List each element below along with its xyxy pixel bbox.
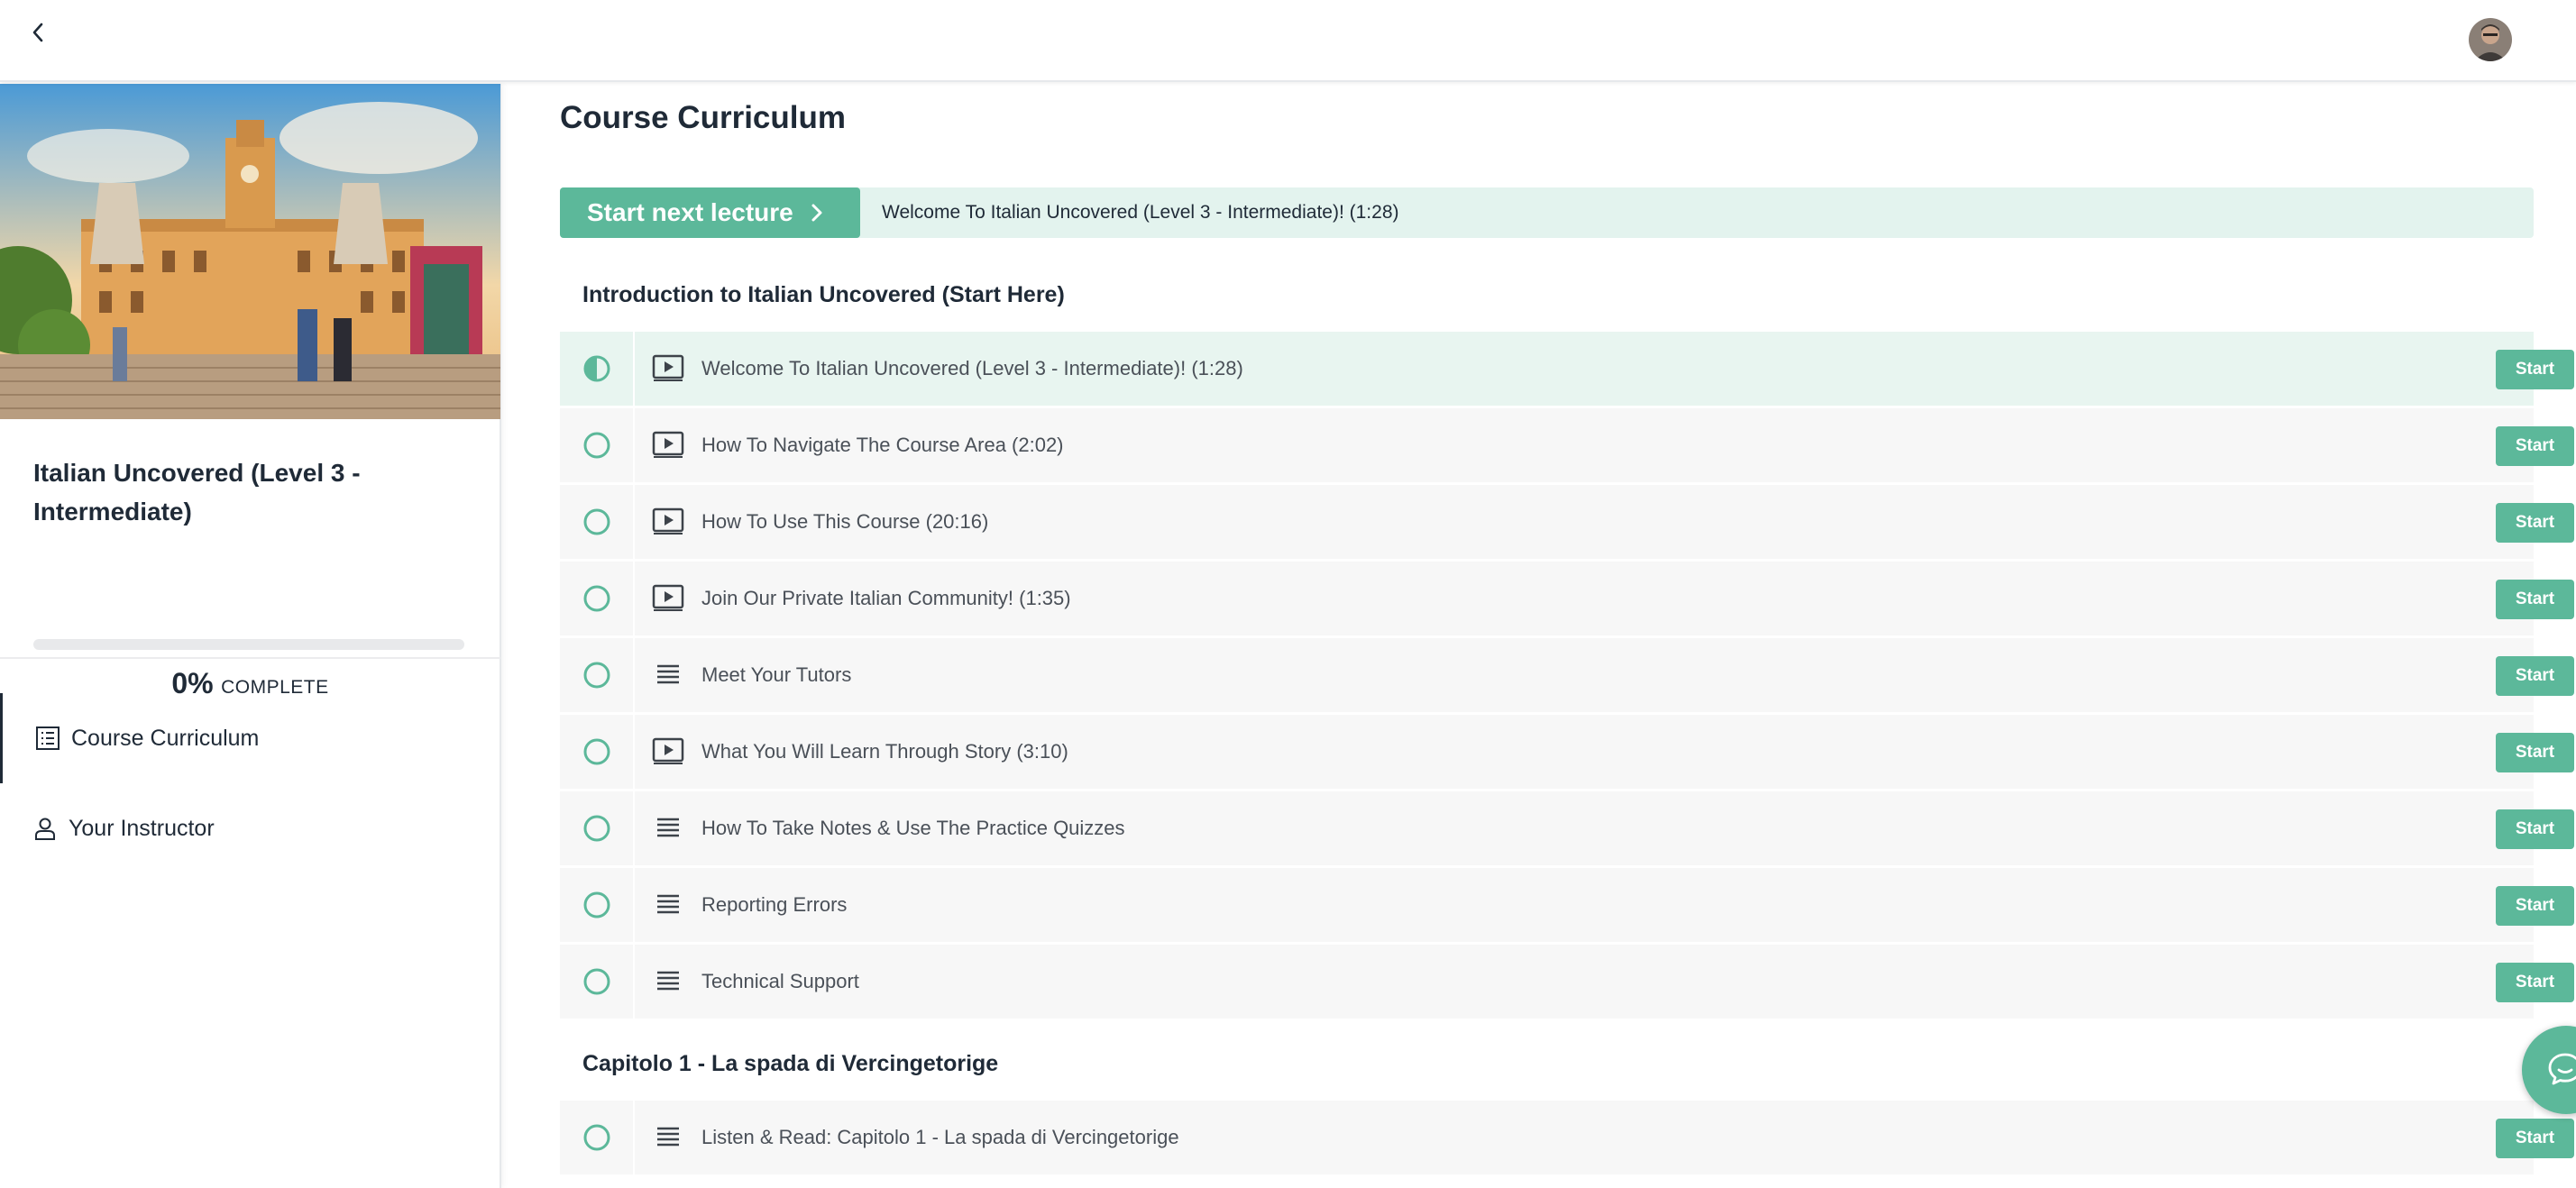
empty-circle-icon: [583, 891, 610, 918]
lecture-status-cell: [560, 408, 635, 482]
lecture-row[interactable]: Reporting Errors Start: [560, 868, 2574, 942]
empty-circle-icon: [583, 432, 610, 459]
sidebar-item-label: Your Instructor: [69, 815, 215, 841]
next-lecture-bar: Start next lecture Welcome To Italian Un…: [560, 187, 2534, 238]
start-lecture-button[interactable]: Start: [2496, 886, 2574, 926]
lecture-status-cell: [560, 791, 635, 865]
lecture-status-cell: [560, 332, 635, 406]
text-lines-icon: [657, 664, 679, 684]
user-avatar[interactable]: [2469, 18, 2512, 61]
start-lecture-button[interactable]: Start: [2496, 656, 2574, 696]
lecture-row[interactable]: How To Use This Course (20:16) Start: [560, 485, 2574, 559]
sidebar: Italian Uncovered (Level 3 - Intermediat…: [0, 84, 501, 1188]
lecture-name: Listen & Read: Capitolo 1 - La spada di …: [701, 1126, 1179, 1148]
start-lecture-button[interactable]: Start: [2496, 350, 2574, 389]
text-lines-icon: [657, 818, 679, 837]
sidebar-item-course-curriculum[interactable]: Course Curriculum: [0, 693, 500, 783]
lecture-row[interactable]: How To Navigate The Course Area (2:02) S…: [560, 408, 2574, 482]
empty-circle-icon: [583, 738, 610, 765]
lecture-row[interactable]: Welcome To Italian Uncovered (Level 3 - …: [560, 332, 2574, 406]
video-icon: [652, 354, 684, 381]
empty-circle-icon: [583, 815, 610, 842]
course-cover-image: [0, 84, 500, 419]
lecture-name: Meet Your Tutors: [701, 663, 852, 686]
empty-circle-icon: [583, 1124, 610, 1151]
sidebar-divider: [0, 657, 500, 659]
lecture-name: Reporting Errors: [701, 893, 848, 916]
video-icon: [652, 507, 684, 535]
lecture-status-cell: [560, 562, 635, 635]
section-title: Capitolo 1 - La spada di Vercingetorige: [582, 1051, 999, 1076]
start-lecture-button[interactable]: Start: [2496, 426, 2574, 466]
video-icon: [652, 737, 684, 764]
start-lecture-button[interactable]: Start: [2496, 963, 2574, 1002]
lecture-row[interactable]: Join Our Private Italian Community! (1:3…: [560, 562, 2574, 635]
sidebar-item-your-instructor[interactable]: Your Instructor: [0, 783, 500, 873]
course-progress-bar: [33, 639, 464, 650]
video-icon: [652, 431, 684, 458]
chevron-right-icon: [811, 204, 822, 222]
text-lines-icon: [657, 894, 679, 914]
lecture-name: How To Navigate The Course Area (2:02): [701, 434, 1064, 456]
video-icon: [652, 584, 684, 611]
lecture-status-cell: [560, 1101, 635, 1174]
empty-circle-icon: [583, 508, 610, 535]
start-lecture-button[interactable]: Start: [2496, 809, 2574, 849]
lecture-row[interactable]: Listen & Read: Capitolo 1 - La spada di …: [560, 1101, 2574, 1174]
sidebar-item-label: Course Curriculum: [71, 725, 260, 751]
start-lecture-button[interactable]: Start: [2496, 733, 2574, 772]
lecture-row[interactable]: Technical Support Start: [560, 945, 2574, 1019]
lecture-name: How To Use This Course (20:16): [701, 510, 989, 533]
back-arrow-icon[interactable]: [25, 16, 50, 49]
curriculum-list-icon: [35, 726, 60, 751]
lecture-name: What You Will Learn Through Story (3:10): [701, 740, 1068, 763]
lecture-status-cell: [560, 868, 635, 942]
main-content: Course Curriculum Start next lecture Wel…: [502, 84, 2576, 1188]
lecture-name: Join Our Private Italian Community! (1:3…: [701, 587, 1071, 609]
start-lecture-button[interactable]: Start: [2496, 1119, 2574, 1158]
next-lecture-name: Welcome To Italian Uncovered (Level 3 - …: [882, 202, 1399, 223]
lecture-status-cell: [560, 485, 635, 559]
lecture-row[interactable]: Meet Your Tutors Start: [560, 638, 2574, 712]
lecture-status-cell: [560, 945, 635, 1019]
course-title: Italian Uncovered (Level 3 - Intermediat…: [33, 459, 361, 525]
text-lines-icon: [657, 971, 679, 991]
start-next-lecture-label: Start next lecture: [587, 198, 793, 226]
lecture-row[interactable]: How To Take Notes & Use The Practice Qui…: [560, 791, 2574, 865]
lecture-name: Welcome To Italian Uncovered (Level 3 - …: [701, 357, 1243, 379]
person-icon: [32, 816, 58, 841]
page-title: Course Curriculum: [560, 100, 846, 135]
start-next-lecture-button[interactable]: Start next lecture: [560, 187, 860, 238]
chat-bubble-icon: [2548, 1053, 2576, 1085]
empty-circle-icon: [583, 662, 610, 689]
lecture-name: How To Take Notes & Use The Practice Qui…: [701, 817, 1125, 839]
top-bar: [0, 0, 2576, 82]
lecture-status-cell: [560, 715, 635, 789]
empty-circle-icon: [583, 585, 610, 612]
lecture-status-cell: [560, 638, 635, 712]
lecture-row[interactable]: What You Will Learn Through Story (3:10)…: [560, 715, 2574, 789]
lecture-name: Technical Support: [701, 970, 859, 992]
start-lecture-button[interactable]: Start: [2496, 503, 2574, 543]
start-lecture-button[interactable]: Start: [2496, 580, 2574, 619]
section-title: Introduction to Italian Uncovered (Start…: [582, 282, 1065, 307]
half-complete-circle-icon: [583, 355, 610, 382]
empty-circle-icon: [583, 968, 610, 995]
text-lines-icon: [657, 1127, 679, 1147]
